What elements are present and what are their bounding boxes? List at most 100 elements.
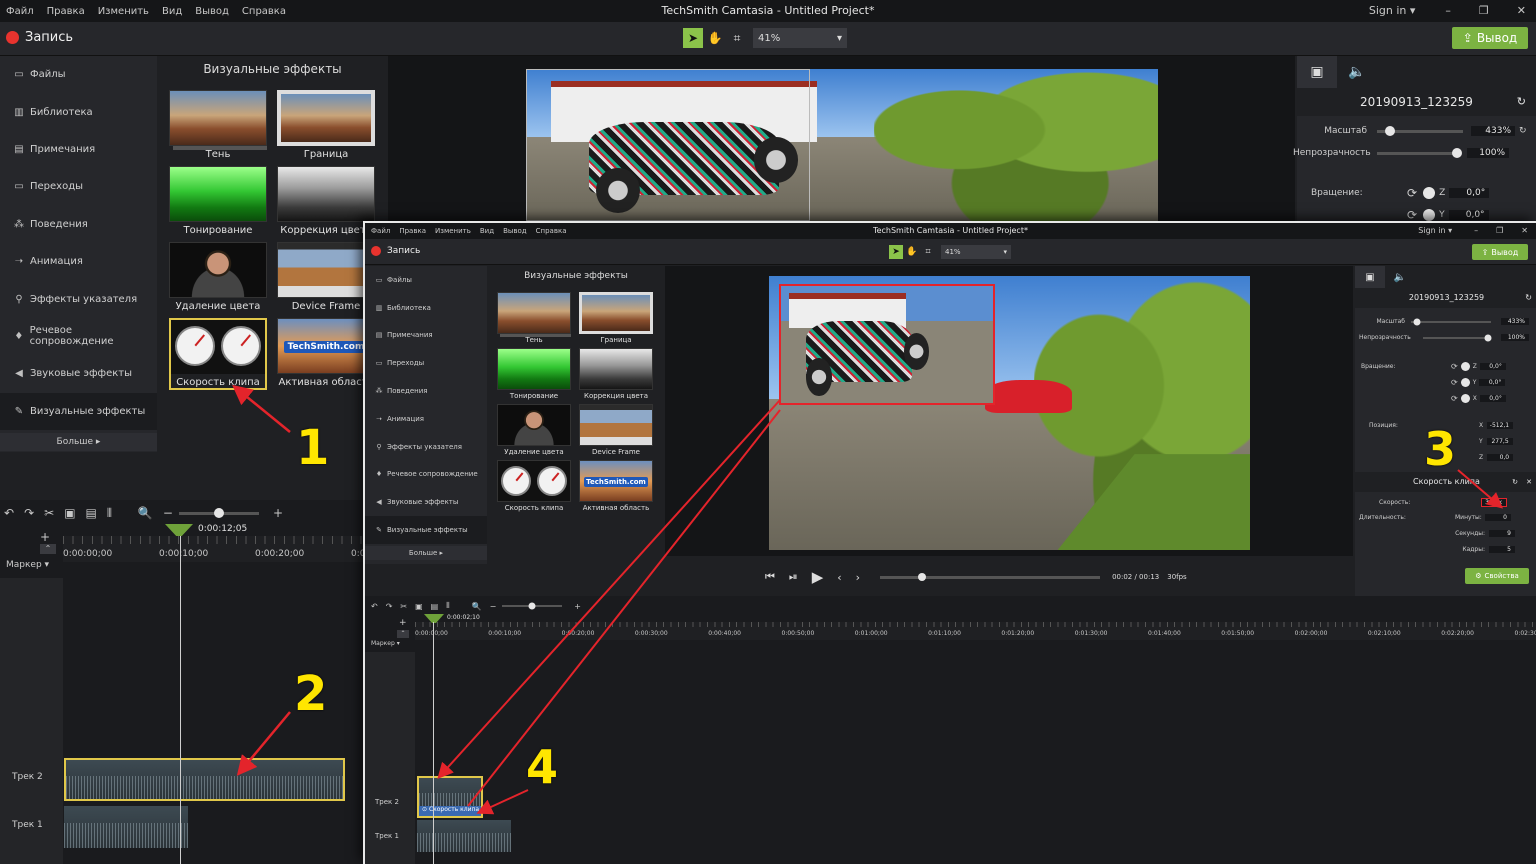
select-tool-icon[interactable]: ➤ (683, 28, 703, 48)
zoom-out-icon[interactable]: − (490, 602, 497, 611)
rotation-knob[interactable] (1460, 378, 1470, 387)
effect-tile-remove-color[interactable]: Удаление цвета (169, 242, 267, 312)
rotation-z-value[interactable]: 0,0° (1449, 188, 1490, 198)
undo-icon[interactable]: ↶ (371, 602, 378, 611)
copy-icon[interactable]: ▣ (64, 506, 75, 520)
track-1-clip[interactable] (417, 820, 511, 852)
more-button[interactable]: Больше ▸ (365, 545, 487, 560)
opacity-value[interactable]: 100% (1501, 334, 1529, 341)
audio-properties-tab-icon[interactable]: 🔈 (1385, 266, 1415, 288)
sidebar-item-animations[interactable]: ➝ Анимация (0, 243, 157, 280)
speed-value-input[interactable]: 3,20x (1481, 498, 1507, 507)
sidebar-item-library[interactable]: ▥ Библиотека (0, 93, 157, 130)
zoom-select[interactable]: 41% ▾ (941, 245, 1011, 259)
rotation-y-value[interactable]: 0,0° (1448, 210, 1489, 220)
zoom-select[interactable]: 41% ▾ (753, 28, 847, 48)
zoom-in-icon[interactable]: + (273, 506, 283, 520)
sidebar-item-transitions[interactable]: ▭ Переходы (365, 349, 487, 377)
sidebar-item-annotations[interactable]: ▤ Примечания (365, 322, 487, 350)
effect-tile-shadow[interactable]: Тень (497, 292, 571, 344)
track-2-clip[interactable] (64, 758, 345, 801)
scale-value[interactable]: 433% (1471, 126, 1515, 136)
properties-button[interactable]: ⚙ Свойства (1465, 568, 1529, 584)
playhead-handle[interactable] (165, 524, 193, 536)
rotate-icon[interactable]: ⟳ (1407, 186, 1417, 200)
rotation-x-value[interactable]: 0,0° (1479, 395, 1506, 402)
minimize-icon[interactable]: – (1474, 226, 1478, 235)
sidebar-item-library[interactable]: ▥ Библиотека (365, 294, 487, 322)
sidebar-item-audio-effects[interactable]: ◀ Звуковые эффекты (0, 355, 157, 392)
redo-icon[interactable]: ↷ (24, 506, 34, 520)
slider-knob[interactable] (1452, 148, 1462, 158)
rotation-knob[interactable] (1423, 209, 1436, 221)
sidebar-item-cursor-effects[interactable]: ⚲ Эффекты указателя (365, 433, 487, 461)
copy-icon[interactable]: ▣ (415, 602, 423, 611)
effect-tile-device-frame[interactable]: Device Frame (277, 242, 375, 312)
effect-tile-color-adjustment[interactable]: Коррекция цвета (579, 348, 653, 400)
export-button[interactable]: ⇪ Вывод (1452, 27, 1528, 49)
select-tool-icon[interactable]: ➤ (889, 245, 903, 259)
rewind-icon[interactable]: ⏮ (765, 570, 775, 584)
zoom-out-icon[interactable]: − (163, 506, 173, 520)
video-preview[interactable] (526, 69, 1158, 221)
zoom-icon[interactable]: 🔍 (138, 506, 153, 520)
scale-slider[interactable] (1377, 126, 1463, 136)
rotation-y-value[interactable]: 0,0° (1479, 379, 1506, 386)
track-1-clip[interactable] (64, 806, 188, 848)
scale-value[interactable]: 433% (1501, 318, 1529, 325)
slider-knob[interactable] (917, 573, 926, 581)
audio-properties-tab-icon[interactable]: 🔈 (1337, 56, 1377, 88)
opacity-slider[interactable] (1377, 148, 1462, 158)
cut-icon[interactable]: ✂ (400, 602, 407, 611)
rotation-knob[interactable] (1460, 394, 1470, 403)
opacity-value[interactable]: 100% (1467, 148, 1509, 158)
effect-tile-interactive-hotspot[interactable]: TechSmith.com Активная область (579, 460, 653, 512)
playback-scrubber[interactable] (880, 573, 1101, 581)
slider-knob[interactable] (1384, 126, 1395, 136)
rotate-icon[interactable]: ⟳ (1451, 362, 1458, 371)
redo-icon[interactable]: ↷ (386, 602, 393, 611)
timeline-zoom-slider[interactable] (502, 602, 563, 610)
slider-knob[interactable] (213, 508, 224, 518)
track-2-clip[interactable]: ⊙ Скорость клипа (417, 776, 483, 818)
more-button[interactable]: Больше ▸ (0, 432, 157, 451)
effect-tile-border[interactable]: Граница (579, 292, 653, 344)
crop-tool-icon[interactable]: ⌗ (727, 28, 747, 48)
prev-frame-icon[interactable]: ‹ (837, 571, 841, 584)
effect-tile-interactive-hotspot[interactable]: TechSmith.com Активная область (277, 318, 375, 390)
sign-in-menu[interactable]: Sign in ▾ (1418, 226, 1452, 235)
sign-in-menu[interactable]: Sign in ▾ (1369, 4, 1416, 17)
next-frame-icon[interactable]: › (856, 571, 860, 584)
reset-icon[interactable]: ↻ (1517, 88, 1526, 116)
rotation-z-value[interactable]: 0,0° (1479, 363, 1506, 370)
clip-speed-label[interactable]: ⊙ Скорость клипа (419, 806, 481, 816)
slider-knob[interactable] (1484, 334, 1492, 341)
seconds-value[interactable]: 9 (1489, 530, 1515, 537)
slider-knob[interactable] (1413, 318, 1421, 325)
sidebar-item-voice-narration[interactable]: ♦ Речевое сопровождение (0, 318, 157, 355)
cut-icon[interactable]: ✂ (44, 506, 54, 520)
maximize-icon[interactable]: ❐ (1479, 4, 1489, 17)
close-icon[interactable]: ✕ (1517, 4, 1526, 17)
sidebar-item-behaviors[interactable]: ⁂ Поведения (0, 206, 157, 243)
minimize-icon[interactable]: – (1445, 4, 1451, 17)
play-icon[interactable]: ▶ (812, 568, 824, 586)
effect-tile-color-adjustment[interactable]: Коррекция цвета (277, 166, 375, 236)
add-track-icon[interactable]: + (399, 618, 407, 628)
rotation-knob[interactable] (1460, 362, 1470, 371)
sidebar-item-visual-effects[interactable]: ✎ Визуальные эффекты (0, 392, 157, 430)
remove-effect-icon[interactable]: ✕ (1526, 472, 1532, 492)
reset-icon[interactable]: ↻ (1519, 126, 1527, 136)
effect-tile-colorize[interactable]: Тонирование (169, 166, 267, 236)
video-preview[interactable] (769, 276, 1250, 550)
selection-box[interactable] (526, 69, 811, 221)
undo-icon[interactable]: ↶ (4, 506, 14, 520)
slider-knob[interactable] (528, 602, 536, 610)
close-icon[interactable]: ✕ (1521, 226, 1528, 235)
marker-dropdown[interactable]: Маркер ▾ (371, 640, 400, 647)
scale-slider[interactable] (1411, 318, 1491, 325)
sidebar-item-voice-narration[interactable]: ♦ Речевое сопровождение (365, 461, 487, 489)
sidebar-item-visual-effects[interactable]: ✎ Визуальные эффекты (365, 516, 487, 544)
rotate-icon[interactable]: ⟳ (1451, 378, 1458, 387)
effect-tile-border[interactable]: Граница (277, 90, 375, 160)
